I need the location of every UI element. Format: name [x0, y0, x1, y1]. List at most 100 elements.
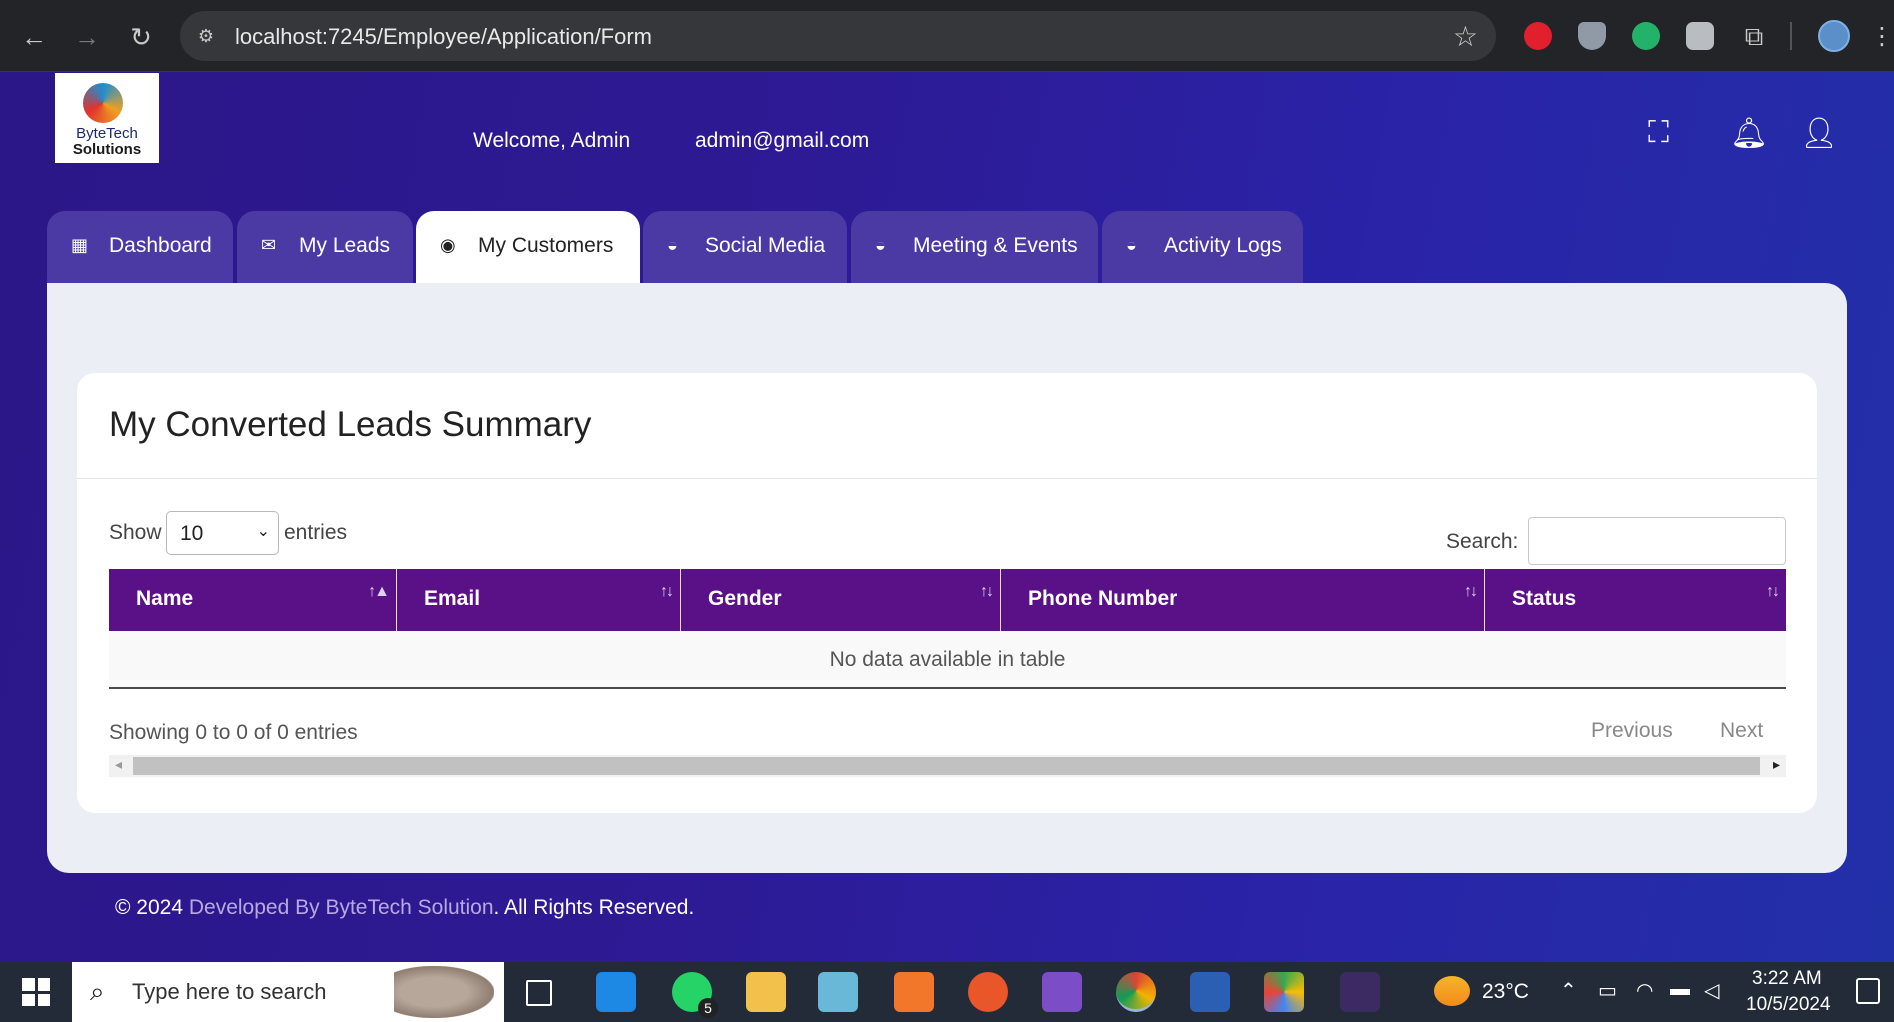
- basket-icon: ◒: [1126, 235, 1137, 255]
- xampp-icon[interactable]: [894, 972, 934, 1012]
- tab-label: Activity Logs: [1164, 234, 1282, 257]
- basket-icon: ◒: [667, 235, 678, 255]
- vscode-icon[interactable]: [596, 972, 636, 1012]
- fullscreen-icon[interactable]: ⛶: [1648, 116, 1669, 150]
- scrollbar-thumb[interactable]: [133, 757, 1760, 775]
- horizontal-scrollbar[interactable]: ◂ ▸: [109, 755, 1786, 777]
- media-extension-icon[interactable]: [1686, 22, 1714, 50]
- tab-label: My Leads: [299, 234, 391, 257]
- table-row: No data available in table: [109, 631, 1786, 689]
- chevron-down-icon: ⌄: [256, 523, 270, 540]
- grammarly-extension-icon[interactable]: [1632, 22, 1660, 50]
- whatsapp-badge: 5: [698, 998, 718, 1018]
- footer-developer-link[interactable]: Developed By ByteTech Solution: [189, 896, 494, 919]
- tab-label: Social Media: [705, 234, 826, 257]
- sort-icon: ↑↓: [660, 583, 674, 600]
- reload-icon[interactable]: ↻: [124, 20, 158, 54]
- url-text[interactable]: localhost:7245/Employee/Application/Form: [235, 24, 652, 50]
- shield-extension-icon[interactable]: [1578, 22, 1606, 50]
- page-size-select[interactable]: 10 ⌄: [166, 511, 279, 555]
- column-header-email[interactable]: Email ↑↓: [397, 569, 681, 631]
- chrome-icon[interactable]: [1116, 972, 1156, 1012]
- address-bar[interactable]: ⚙ localhost:7245/Employee/Application/Fo…: [180, 11, 1496, 61]
- tab-activity-logs[interactable]: ◒ Activity Logs: [1102, 211, 1303, 283]
- terminal-icon[interactable]: [1340, 972, 1380, 1012]
- search-input[interactable]: [1528, 517, 1786, 565]
- task-view-icon[interactable]: [526, 980, 552, 1006]
- chevron-up-icon[interactable]: ⌃: [1560, 978, 1577, 1003]
- notification-bell-icon[interactable]: 🔔︎: [1730, 116, 1768, 151]
- column-label: Status: [1512, 587, 1577, 610]
- user-profile-icon[interactable]: 👤︎: [1800, 116, 1838, 151]
- whatsapp-icon[interactable]: 5: [672, 972, 718, 1018]
- tab-label: My Customers: [478, 234, 614, 257]
- card-divider: [77, 478, 1817, 479]
- page-size-value: 10: [180, 522, 204, 545]
- clock-date[interactable]: 10/5/2024: [1746, 994, 1831, 1016]
- column-label: Phone Number: [1028, 587, 1178, 610]
- tab-label: Meeting & Events: [913, 234, 1078, 257]
- footer-copyright: © 2024: [115, 896, 189, 919]
- word-icon[interactable]: [1190, 972, 1230, 1012]
- welcome-text: Welcome, Admin: [473, 129, 631, 152]
- tab-my-leads[interactable]: ✉ My Leads: [237, 211, 413, 283]
- elephant-decoration-icon: [394, 966, 494, 1018]
- browser-toolbar: ← → ↻ ⚙ localhost:7245/Employee/Applicat…: [0, 0, 1894, 72]
- user-email: admin@gmail.com: [695, 129, 870, 152]
- table-info: Showing 0 to 0 of 0 entries: [109, 721, 358, 744]
- converted-leads-card: My Converted Leads Summary Show 10 ⌄ ent…: [77, 373, 1817, 813]
- column-header-gender[interactable]: Gender ↑↓: [681, 569, 1001, 631]
- clock-time[interactable]: 3:22 AM: [1752, 968, 1822, 990]
- logo-text-bytetech: ByteTech: [76, 125, 138, 142]
- app-page: ByteTech Solutions Welcome, Admin admin@…: [0, 72, 1894, 962]
- battery-icon[interactable]: ▬: [1670, 978, 1690, 1001]
- basket-icon: ◒: [875, 235, 886, 255]
- footer-rights: . All Rights Reserved.: [493, 896, 695, 919]
- volume-icon[interactable]: ◁: [1704, 978, 1719, 1003]
- windows-start-icon[interactable]: [22, 978, 50, 1006]
- forward-arrow-icon[interactable]: →: [70, 20, 104, 54]
- column-label: Email: [424, 587, 481, 610]
- search-icon: ⌕: [90, 976, 105, 1006]
- logo-text-solutions: Solutions: [72, 141, 142, 158]
- weather-icon[interactable]: [1434, 976, 1470, 1006]
- back-arrow-icon[interactable]: ←: [17, 20, 51, 54]
- tab-my-customers[interactable]: ◉ My Customers: [416, 211, 640, 283]
- show-label: Show: [109, 521, 162, 544]
- entries-label: entries: [284, 521, 348, 544]
- logo-mark-icon: [83, 83, 123, 123]
- content-panel: My Converted Leads Summary Show 10 ⌄ ent…: [47, 283, 1847, 873]
- tab-label: Dashboard: [109, 234, 212, 257]
- tab-meeting-events[interactable]: ◒ Meeting & Events: [851, 211, 1098, 283]
- company-logo[interactable]: ByteTech Solutions: [55, 73, 159, 163]
- taskbar-search-placeholder: Type here to search: [132, 979, 327, 1004]
- card-title: My Converted Leads Summary: [109, 405, 592, 444]
- visual-studio-icon[interactable]: [1042, 972, 1082, 1012]
- scroll-left-arrow-icon[interactable]: ◂: [115, 756, 122, 773]
- tab-social-media[interactable]: ◒ Social Media: [643, 211, 847, 283]
- sort-ascending-icon: ↑▲: [368, 583, 390, 600]
- previous-page-button[interactable]: Previous: [1591, 719, 1673, 743]
- adblock-extension-icon[interactable]: [1524, 22, 1552, 50]
- column-header-phone-number[interactable]: Phone Number ↑↓: [1001, 569, 1485, 631]
- taskbar-search-box[interactable]: ⌕ Type here to search: [72, 962, 504, 1022]
- next-page-button[interactable]: Next: [1720, 719, 1763, 743]
- site-info-icon[interactable]: ⚙: [194, 24, 218, 48]
- extensions-puzzle-icon[interactable]: ⧉: [1740, 22, 1768, 50]
- scroll-right-arrow-icon[interactable]: ▸: [1773, 756, 1780, 773]
- tab-dashboard[interactable]: ▦ Dashboard: [47, 211, 233, 283]
- firefox-icon[interactable]: [968, 972, 1008, 1012]
- notification-center-icon[interactable]: [1856, 978, 1880, 1004]
- wifi-icon[interactable]: ◠: [1636, 978, 1653, 1003]
- profile-avatar[interactable]: [1818, 20, 1850, 52]
- bookmark-star-icon[interactable]: ☆: [1453, 20, 1478, 53]
- notepad-icon[interactable]: [818, 972, 858, 1012]
- weather-temperature[interactable]: 23°C: [1482, 980, 1529, 1004]
- meet-icon[interactable]: [1264, 972, 1304, 1012]
- column-header-name[interactable]: Name ↑▲: [109, 569, 397, 631]
- file-explorer-icon[interactable]: [746, 972, 786, 1012]
- sort-icon: ↑↓: [1464, 583, 1478, 600]
- meet-now-icon[interactable]: ▭: [1598, 978, 1617, 1003]
- browser-menu-icon[interactable]: ⋮: [1870, 22, 1894, 51]
- column-header-status[interactable]: Status ↑↓: [1485, 569, 1786, 631]
